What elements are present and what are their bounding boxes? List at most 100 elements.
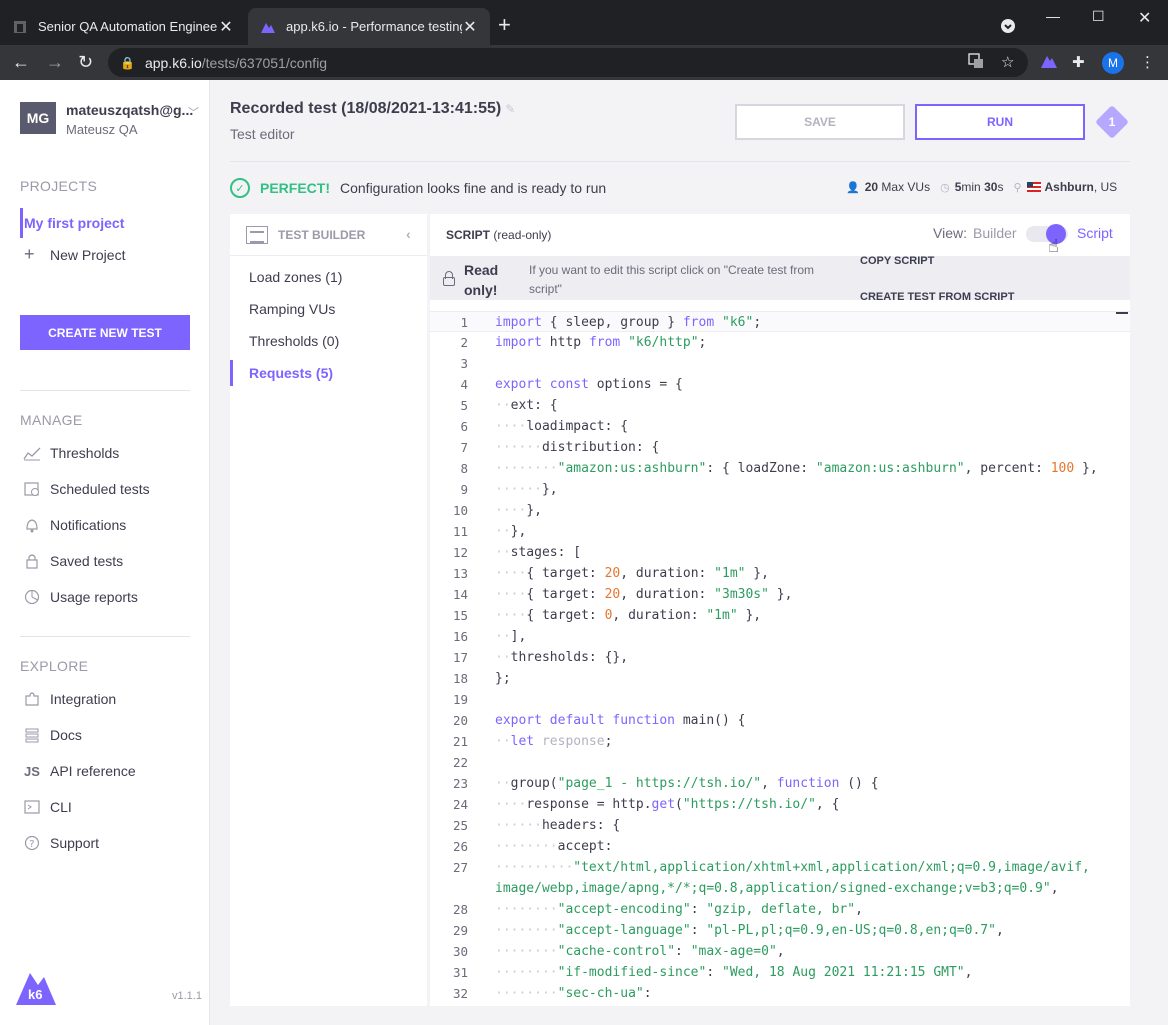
- bookmark-star-icon[interactable]: ☆: [1001, 53, 1014, 71]
- test-name: Recorded test (18/08/2021-13:41:55): [230, 100, 502, 117]
- code-line: ····loadimpact: {: [495, 419, 629, 434]
- builder-item-ramping-vus[interactable]: Ramping VUs: [230, 296, 427, 322]
- line-number: 2: [460, 335, 468, 350]
- check-circle-icon: ✓: [230, 178, 250, 198]
- line-number: 1: [460, 315, 468, 330]
- code-line: image/webp,image/apng,*/*;q=0.8,applicat…: [495, 881, 1059, 896]
- page-title[interactable]: Recorded test (18/08/2021-13:41:55) ✎: [230, 100, 515, 118]
- nav-notifications[interactable]: Notifications: [22, 515, 126, 535]
- nav-support[interactable]: ? Support: [22, 833, 99, 853]
- nav-saved-tests[interactable]: Saved tests: [22, 551, 123, 571]
- test-builder-header: TEST BUILDER ‹: [230, 214, 427, 256]
- project-item-active[interactable]: My first project: [20, 208, 210, 238]
- nav-usage-reports[interactable]: Usage reports: [22, 587, 138, 607]
- duration: 5min 30s: [954, 180, 1004, 194]
- save-button[interactable]: SAVE: [735, 104, 905, 140]
- line-number: 17: [452, 650, 468, 665]
- url-input[interactable]: 🔒 app.k6.io/tests/637051/config: [108, 48, 1028, 77]
- code-line: ······headers: {: [495, 818, 621, 833]
- code-line: ··ext: {: [495, 398, 558, 413]
- code-line: ······distribution: {: [495, 440, 660, 455]
- line-number: 18: [452, 671, 468, 686]
- line-number: 10: [452, 503, 468, 518]
- code-line: ········"if-modified-since": "Wed, 18 Au…: [495, 965, 973, 980]
- avatar: MG: [20, 102, 56, 134]
- builder-item-load-zones[interactable]: Load zones (1): [230, 264, 427, 290]
- line-number: 23: [452, 776, 468, 791]
- browser-tab-strip: Senior QA Automation Engineer ✕ app.k6.i…: [0, 0, 1168, 45]
- line-number: 11: [452, 524, 468, 539]
- reload-icon[interactable]: ↻: [78, 51, 93, 73]
- scrollbar-thumb[interactable]: [1116, 312, 1128, 314]
- project-name: My first project: [24, 215, 125, 231]
- maximize-icon[interactable]: ☐: [1092, 8, 1105, 25]
- builder-title: TEST BUILDER: [278, 227, 366, 242]
- page-subtitle: Test editor: [230, 126, 295, 142]
- nav-label: Scheduled tests: [50, 481, 150, 497]
- code-line: ··thresholds: {},: [495, 650, 629, 665]
- code-line: ········"cache-control": "max-age=0",: [495, 944, 785, 959]
- extensions-puzzle-icon[interactable]: ✚: [1072, 53, 1085, 71]
- edit-pencil-icon[interactable]: ✎: [505, 102, 515, 116]
- lock-icon: 🔒: [120, 55, 135, 70]
- close-tab-icon[interactable]: ✕: [462, 17, 478, 37]
- builder-item-requests[interactable]: Requests (5): [230, 360, 427, 386]
- user-icon: 👤: [846, 181, 860, 194]
- nav-cli[interactable]: CLI: [22, 797, 72, 817]
- minimize-icon[interactable]: —: [1046, 8, 1060, 24]
- view-script-option[interactable]: Script: [1077, 225, 1113, 241]
- browser-tab[interactable]: Senior QA Automation Engineer ✕: [0, 8, 246, 45]
- builder-item-thresholds[interactable]: Thresholds (0): [230, 328, 427, 354]
- nav-scheduled-tests[interactable]: Scheduled tests: [22, 479, 150, 499]
- nav-docs[interactable]: Docs: [22, 725, 82, 745]
- new-tab-icon[interactable]: +: [498, 14, 511, 36]
- line-number: 7: [460, 440, 468, 455]
- nav-integration[interactable]: Integration: [22, 689, 116, 709]
- new-project-link[interactable]: + New Project: [24, 244, 125, 265]
- code-line: ········accept:: [495, 839, 613, 854]
- forward-icon[interactable]: →: [46, 51, 64, 73]
- config-status: ✓ PERFECT! Configuration looks fine and …: [230, 178, 606, 198]
- builder-icon: [246, 225, 268, 244]
- translate-icon[interactable]: [968, 53, 984, 73]
- lock-icon: [442, 270, 456, 286]
- line-number: 3: [460, 356, 468, 371]
- nav-label: Integration: [50, 691, 117, 707]
- notification-badge[interactable]: 1: [1094, 104, 1130, 140]
- user-email: mateuszqatsh@g...: [66, 102, 194, 118]
- k6-extension-icon[interactable]: [1040, 53, 1058, 73]
- tab-search-icon[interactable]: [1000, 18, 1016, 37]
- script-header: SCRIPT (read-only) View: Builder Script …: [430, 214, 1130, 256]
- back-icon[interactable]: ←: [12, 51, 30, 73]
- nav-api-reference[interactable]: JS API reference: [22, 761, 136, 781]
- script-title: SCRIPT (read-only): [446, 228, 552, 242]
- view-toggle[interactable]: [1026, 224, 1068, 244]
- manage-section-label: MANAGE: [20, 412, 83, 428]
- browser-tab-active[interactable]: app.k6.io - Performance testing f ✕: [248, 8, 490, 45]
- line-number: 27: [452, 860, 468, 875]
- create-test-from-script-button[interactable]: CREATE TEST FROM SCRIPT: [860, 291, 1014, 303]
- line-number: 24: [452, 797, 468, 812]
- code-line: export const options = {: [495, 377, 683, 392]
- chevron-down-icon: ﹀: [188, 107, 199, 119]
- close-tab-icon[interactable]: ✕: [218, 17, 234, 37]
- view-builder-option[interactable]: Builder: [973, 225, 1017, 241]
- sidebar: MG mateuszqatsh@g... Mateusz QA ﹀ PROJEC…: [0, 80, 210, 1025]
- browser-menu-icon[interactable]: ⋮: [1140, 53, 1155, 71]
- profile-avatar[interactable]: M: [1102, 52, 1124, 74]
- location-pin-icon: ⚲: [1013, 181, 1022, 194]
- user-menu[interactable]: MG mateuszqatsh@g... Mateusz QA ﹀: [20, 102, 199, 137]
- chevron-left-icon[interactable]: ‹: [406, 226, 411, 242]
- window-close-icon[interactable]: ✕: [1138, 8, 1151, 28]
- create-new-test-button[interactable]: CREATE NEW TEST: [20, 315, 190, 350]
- run-button[interactable]: RUN: [915, 104, 1085, 140]
- k6-logo[interactable]: k6: [16, 967, 56, 1012]
- nav-thresholds[interactable]: Thresholds: [22, 443, 119, 463]
- nav-label: Saved tests: [50, 553, 124, 569]
- line-number: 30: [452, 944, 468, 959]
- copy-script-button[interactable]: COPY SCRIPT: [860, 255, 934, 267]
- code-editor[interactable]: 1 import { sleep, group } from "k6"; 2 imp…: [430, 310, 1130, 1006]
- help-circle-icon: ?: [22, 833, 42, 853]
- code-line: ····{ target: 20, duration: "3m30s" },: [495, 587, 793, 602]
- line-number: 31: [452, 965, 468, 980]
